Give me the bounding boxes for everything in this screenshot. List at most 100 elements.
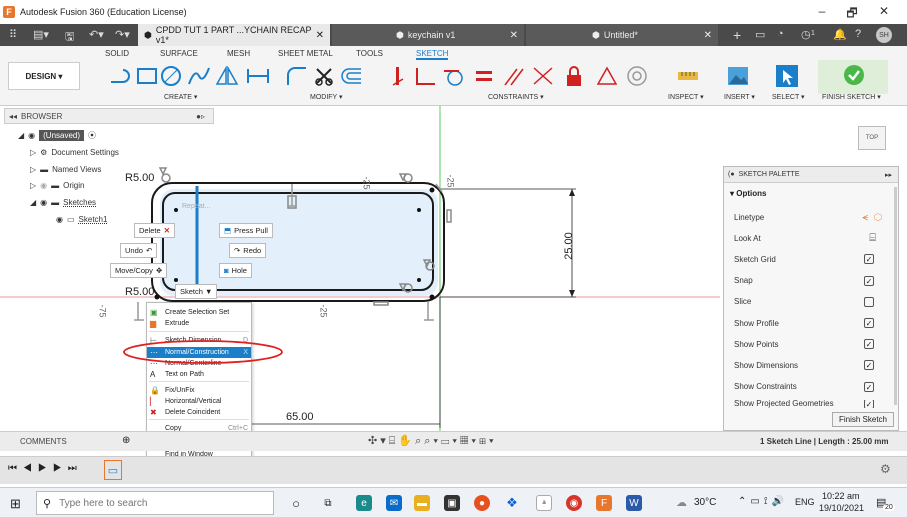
look-at-icon[interactable]: ⌸ — [389, 435, 399, 447]
inspect-menu[interactable]: INSPECT ▾ — [668, 93, 704, 101]
browser-item-document-settings[interactable]: ▷ ⚙ Document Settings — [30, 148, 119, 157]
timeline-settings-icon[interactable]: ⚙ — [880, 462, 891, 476]
windows-start-icon[interactable]: ⊞ — [10, 496, 21, 512]
grid-settings-icon[interactable]: ▦▾ — [460, 435, 479, 447]
browser-item-root[interactable]: ◢ ◉ (Unsaved) ⦿ — [18, 130, 96, 141]
clock-icon[interactable]: ◷ — [801, 28, 811, 41]
parallel-constraint-icon[interactable] — [500, 63, 526, 89]
weather-icon[interactable]: ☁ — [676, 496, 687, 509]
dropbox-icon[interactable]: ❖ — [504, 495, 520, 511]
palette-checkbox[interactable]: ✓ — [864, 318, 874, 328]
workspace-switcher-button[interactable]: DESIGN ▾ — [8, 62, 80, 90]
timeline-sketch-icon[interactable]: ▭ — [104, 460, 122, 480]
maximize-button[interactable]: 🗗 — [840, 4, 864, 25]
mail-icon[interactable]: ✉ — [386, 495, 402, 511]
tab-sheet-metal[interactable]: SHEET METAL — [278, 49, 333, 58]
last-step-icon[interactable]: ⏭ — [68, 463, 83, 474]
clock-date[interactable]: 19/10/2021 — [819, 503, 864, 513]
insert-image-icon[interactable] — [726, 63, 750, 89]
palette-checkbox[interactable]: ✓ — [864, 360, 874, 371]
palette-checkbox[interactable]: ✓ — [864, 339, 874, 350]
palette-expand-icon[interactable]: ▸▸ — [885, 171, 892, 179]
undo-icon[interactable]: ↶▾ — [89, 28, 104, 41]
file-explorer-icon[interactable]: ▬ — [414, 495, 430, 511]
expand-icon[interactable]: ◢ — [18, 131, 24, 140]
move-copy-button[interactable]: Move/Copy ✥ — [110, 263, 168, 278]
browser-item-named-views[interactable]: ▷ ▬ Named Views — [30, 165, 101, 174]
tangent-constraint-icon[interactable] — [440, 63, 468, 89]
pin-icon[interactable]: ●▹ — [196, 112, 205, 121]
tab-untitled[interactable]: ⬢ Untitled* ✕ — [526, 24, 718, 46]
constraints-menu[interactable]: CONSTRAINTS ▾ — [488, 93, 544, 101]
display-settings-icon[interactable]: ▭▾ — [441, 435, 460, 447]
spline-tool-icon[interactable] — [186, 63, 212, 89]
look-at-icon[interactable]: ⌸ — [869, 232, 876, 245]
select-arrow-icon[interactable] — [774, 63, 800, 89]
coincident-constraint-icon[interactable] — [412, 63, 438, 89]
modify-menu[interactable]: MODIFY ▾ — [310, 93, 343, 101]
fix-constraint-icon[interactable] — [562, 63, 586, 89]
browser-item-sketch1[interactable]: ◉ ▭ Sketch1 — [56, 215, 107, 224]
finish-sketch-button[interactable] — [818, 60, 888, 94]
visibility-icon[interactable]: ◉ — [28, 131, 35, 140]
perpendicular-constraint-icon[interactable] — [530, 63, 556, 89]
comments-label[interactable]: COMMENTS — [20, 437, 67, 446]
hole-button[interactable]: ◙ Hole — [219, 263, 252, 278]
new-tab-icon[interactable]: + — [733, 27, 741, 43]
undo-button[interactable]: Undo ↶ — [120, 243, 158, 258]
collapse-icon[interactable]: ◂◂ — [9, 112, 17, 121]
palette-checkbox[interactable]: ✓ — [864, 275, 874, 286]
context-menu-item[interactable]: A Text on Path — [147, 369, 251, 380]
width-dimension[interactable]: 65.00 — [286, 411, 314, 423]
finish-sketch-menu[interactable]: FINISH SKETCH ▾ — [822, 93, 881, 101]
tab-tools[interactable]: TOOLS — [356, 49, 383, 58]
offset-tool-icon[interactable] — [340, 63, 364, 89]
redo-icon[interactable]: ↷▾ — [115, 28, 130, 41]
circle-tool-icon[interactable] — [158, 63, 184, 89]
amazon-icon[interactable]: a — [536, 495, 552, 511]
comments-pin-icon[interactable]: ⊕ — [122, 435, 130, 446]
save-icon[interactable]: 🖫 — [65, 28, 74, 47]
height-dimension[interactable]: 25.00 — [563, 232, 575, 260]
context-menu-item[interactable]: ▣ Create Selection Set — [147, 307, 251, 318]
first-step-icon[interactable]: ⏮ — [8, 463, 23, 474]
context-menu-item[interactable]: ▏ Horizontal/Vertical — [147, 396, 251, 407]
chat-icon[interactable]: ▭ — [755, 28, 765, 41]
store-icon[interactable]: ▣ — [444, 495, 460, 511]
word-icon[interactable]: W — [626, 495, 642, 511]
prev-step-icon[interactable]: ◀ — [23, 463, 38, 474]
fit-icon[interactable]: ⌕▾ — [424, 435, 441, 447]
tab-keychain[interactable]: ⬢ keychain v1 ✕ — [332, 24, 524, 46]
expand-icon[interactable]: ▷ — [30, 148, 36, 157]
tab-close-icon[interactable]: ✕ — [510, 30, 518, 41]
browser-item-origin[interactable]: ▷ ◉ ▬ Origin — [30, 181, 84, 190]
browser-item-sketches[interactable]: ◢ ◉ ▬ Sketches — [30, 198, 96, 207]
measure-icon[interactable] — [676, 63, 700, 89]
grid-menu-icon[interactable]: ⠿ — [9, 28, 17, 41]
job-status-icon[interactable]: ◔ — [777, 28, 784, 40]
palette-checkbox[interactable]: ✓ — [864, 399, 874, 408]
zoom-icon[interactable]: ⌕ — [415, 435, 424, 447]
equal-constraint-icon[interactable] — [472, 63, 496, 89]
tab-close-icon[interactable]: ✕ — [316, 30, 324, 41]
taskbar-search[interactable]: ⚲ — [36, 491, 274, 515]
pan-icon[interactable]: ✋ — [398, 435, 415, 447]
palette-checkbox[interactable]: ✓ — [864, 254, 874, 265]
viewcube[interactable]: TOP — [858, 126, 886, 150]
expand-icon[interactable]: ▷ — [30, 165, 36, 174]
search-input[interactable] — [59, 497, 250, 509]
tab-sketch[interactable]: SKETCH — [416, 49, 449, 60]
create-menu[interactable]: CREATE ▾ — [164, 93, 197, 101]
help-icon[interactable]: ? — [855, 28, 861, 40]
select-menu[interactable]: SELECT ▾ — [772, 93, 805, 101]
task-view-icon[interactable]: ⧉ — [320, 495, 336, 511]
rectangle-tool-icon[interactable] — [134, 63, 160, 89]
options-section[interactable]: ▾ Options — [730, 189, 766, 198]
dimension-tool-icon[interactable] — [244, 63, 272, 89]
press-pull-button[interactable]: ⬒ Press Pull — [219, 223, 273, 238]
expand-icon[interactable]: ▷ — [30, 181, 36, 190]
orbit-icon[interactable]: ✣▾ — [368, 435, 389, 447]
clock-time[interactable]: 10:22 am — [822, 491, 860, 501]
next-step-icon[interactable]: ▶ — [53, 463, 68, 474]
language-indicator[interactable]: ENG — [795, 497, 815, 507]
